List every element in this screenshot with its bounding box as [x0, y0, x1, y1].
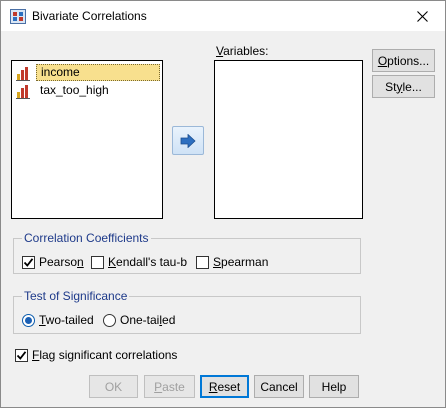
cancel-button[interactable]: Cancel [254, 375, 304, 398]
flag-significant-checkbox[interactable]: Flag significant correlations [15, 348, 177, 362]
source-variable-list[interactable]: income tax_too_high [11, 60, 163, 219]
close-button[interactable] [400, 1, 445, 31]
app-icon [10, 9, 26, 24]
checkbox-box[interactable] [91, 255, 104, 269]
radio-circle[interactable] [103, 313, 116, 327]
checkbox-label: Kendall's tau-b [108, 255, 188, 269]
pearson-checkbox[interactable]: Pearson [22, 255, 84, 269]
paste-button[interactable]: Paste [144, 375, 195, 398]
one-tailed-radio[interactable]: One-tailed [103, 313, 175, 327]
spearman-checkbox[interactable]: Spearman [196, 255, 268, 269]
window-title: Bivariate Correlations [32, 9, 147, 23]
kendall-checkbox[interactable]: Kendall's tau-b [91, 255, 187, 269]
checkbox-box[interactable] [22, 255, 35, 269]
list-item-label: income [36, 64, 160, 81]
radio-label: One-tailed [120, 313, 176, 327]
two-tailed-radio[interactable]: Two-tailed [22, 313, 94, 327]
dialog-window: Bivariate Correlations income tax_too_hi… [0, 0, 446, 408]
radio-circle[interactable] [22, 313, 35, 327]
arrow-right-icon [180, 133, 196, 148]
radio-label: Two-tailed [39, 313, 94, 327]
style-button[interactable]: St y le... [372, 75, 435, 98]
ordinal-variable-icon [16, 84, 30, 99]
reset-button[interactable]: Reset [200, 375, 249, 398]
move-to-variables-button[interactable] [172, 126, 204, 155]
target-variable-list[interactable] [214, 60, 363, 219]
variables-label: Variables: [216, 44, 269, 58]
radio-dot [25, 316, 32, 324]
title-bar[interactable]: Bivariate Correlations [1, 1, 445, 31]
checkbox-box[interactable] [15, 348, 28, 362]
checkmark-icon [16, 350, 27, 360]
ok-button[interactable]: OK [89, 375, 138, 398]
list-item-label: tax_too_high [40, 83, 109, 97]
scale-variable-icon [16, 66, 30, 81]
options-button[interactable]: Options... [372, 49, 435, 72]
close-icon [417, 10, 428, 22]
group-title: Test of Significance [22, 289, 130, 303]
list-item-tax-too-high[interactable]: tax_too_high [15, 82, 160, 99]
group-title: Correlation Coefficients [22, 231, 151, 245]
checkbox-label: Pearson [39, 255, 84, 269]
checkbox-box[interactable] [196, 255, 209, 269]
checkbox-label: Flag significant correlations [32, 348, 178, 362]
list-item-income[interactable]: income [15, 64, 160, 81]
checkmark-icon [23, 257, 34, 267]
help-button[interactable]: Help [309, 375, 359, 398]
checkbox-label: Spearman [213, 255, 269, 269]
